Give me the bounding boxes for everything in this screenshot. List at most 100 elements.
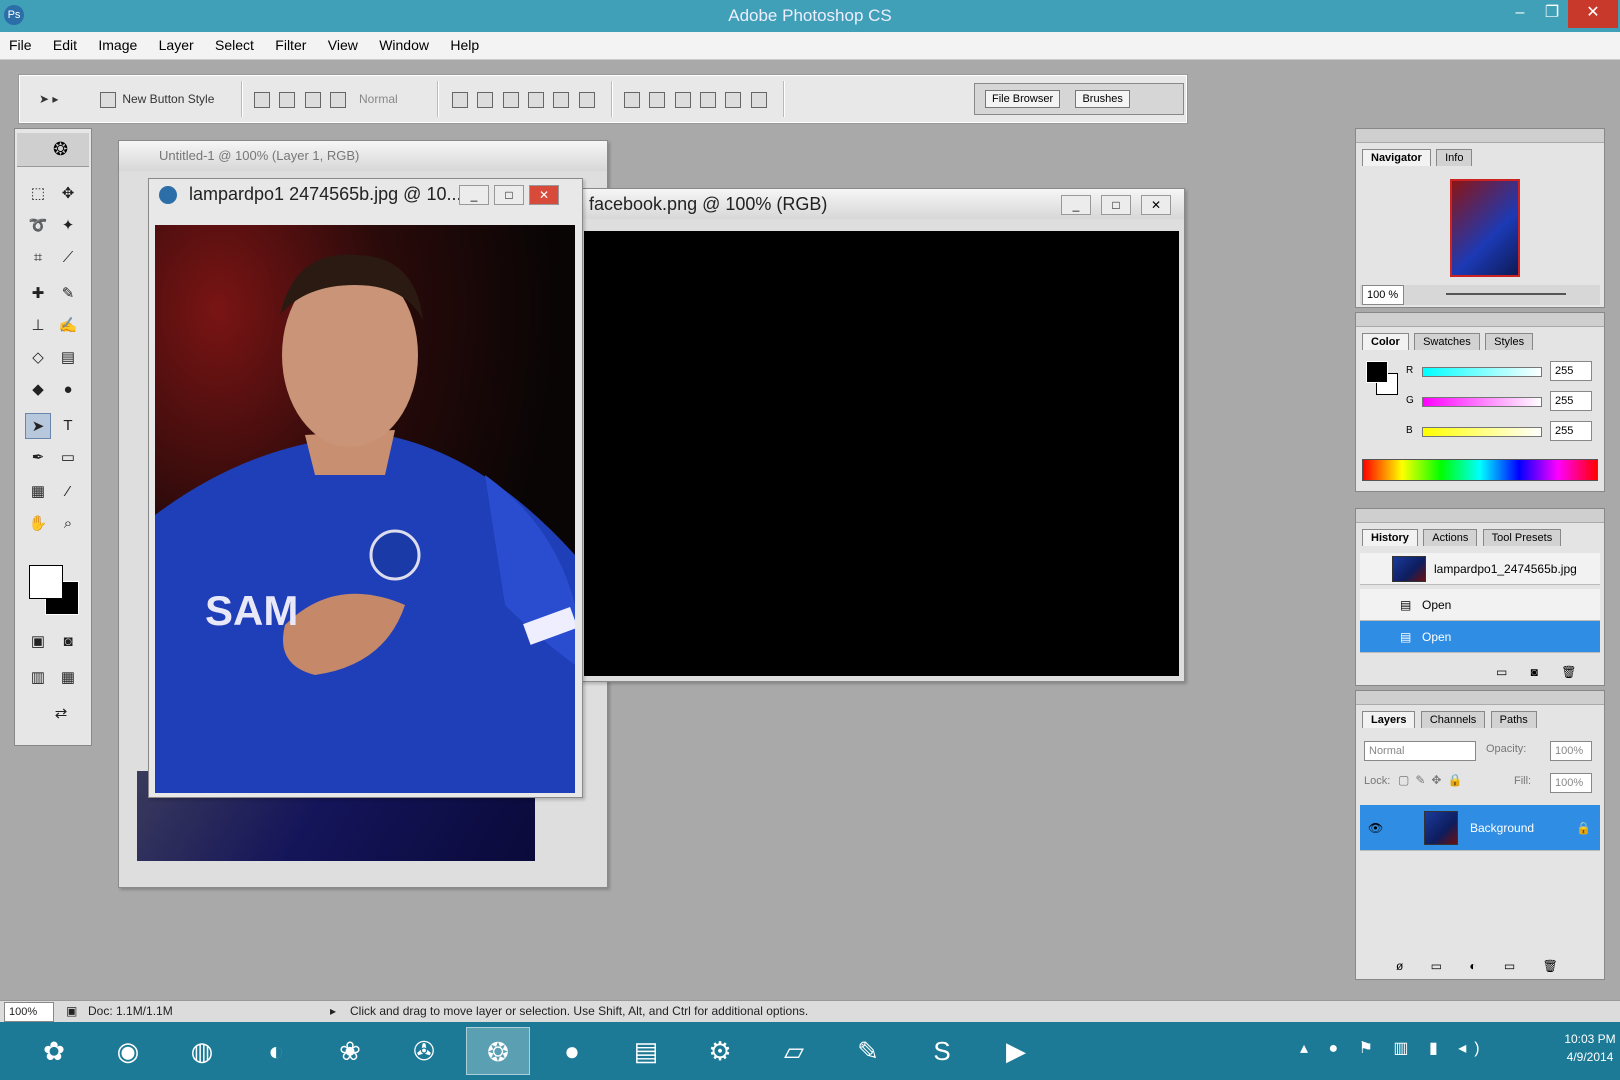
photo-canvas[interactable]: SAM [155, 225, 575, 793]
doc-maximize-button[interactable]: □ [1101, 195, 1131, 215]
new-button-style[interactable]: New Button Style [97, 87, 214, 111]
channel-b-field[interactable]: 255 [1550, 421, 1592, 441]
magic-wand-icon[interactable]: ✦ [55, 213, 81, 239]
distribute-left-icon[interactable] [528, 91, 545, 108]
brush-tool-icon[interactable]: ✎ [55, 281, 81, 307]
menu-window[interactable]: Window [370, 32, 438, 58]
eye-icon[interactable]: 👁 [1368, 805, 1383, 851]
slice-tool-icon[interactable]: ⟋ [55, 245, 81, 271]
tab-styles[interactable]: Styles [1485, 333, 1534, 350]
align-right-icon[interactable] [304, 91, 321, 108]
photoshop-icon[interactable]: ❂ [466, 1027, 530, 1075]
picasa-icon[interactable]: ❀ [318, 1027, 382, 1075]
blend-mode[interactable]: Normal [359, 87, 398, 111]
document-window-facebook[interactable]: facebook.png @ 100% (RGB) _ □ ✕ [580, 188, 1185, 682]
align-top-icon[interactable] [330, 91, 347, 108]
quickmask-mode-icon[interactable]: ◙ [55, 629, 81, 655]
dodge-tool-icon[interactable]: ● [55, 377, 81, 403]
tool-preset-picker[interactable]: ➤ ▸ [39, 87, 58, 111]
menu-image[interactable]: Image [89, 32, 146, 58]
doc-maximize-button[interactable]: □ [494, 185, 524, 205]
tab-color[interactable]: Color [1362, 333, 1409, 350]
arrange-right-icon[interactable] [750, 91, 767, 108]
channel-b-slider[interactable] [1422, 427, 1542, 437]
distribute-right-icon[interactable] [578, 91, 595, 108]
lasso-tool-icon[interactable]: ➰ [25, 213, 51, 239]
navigator-thumbnail[interactable] [1450, 179, 1520, 277]
blur-tool-icon[interactable]: ◆ [25, 377, 51, 403]
channel-g-slider[interactable] [1422, 397, 1542, 407]
stamp-tool-icon[interactable]: ⊥ [25, 313, 51, 339]
tab-file-browser[interactable]: File Browser [985, 90, 1061, 108]
jump-to-imageready-icon[interactable]: ⇄ [39, 701, 83, 727]
pen-tool-icon[interactable]: ✒ [25, 445, 51, 471]
channel-g-field[interactable]: 255 [1550, 391, 1592, 411]
marquee-tool-icon[interactable]: ⬚ [25, 181, 51, 207]
fullscreen-mode-icon[interactable]: ▦ [55, 665, 81, 691]
menu-file[interactable]: File [0, 32, 41, 58]
chrome-icon[interactable]: ◉ [96, 1027, 160, 1075]
channel-r-slider[interactable] [1422, 367, 1542, 377]
notes-tool-icon[interactable]: ▦ [25, 479, 51, 505]
shape-tool-icon[interactable]: ▭ [55, 445, 81, 471]
zoom-field[interactable]: 100 % [1362, 285, 1404, 305]
foreground-color-swatch[interactable] [29, 565, 63, 599]
paint-icon[interactable]: ✎ [836, 1027, 900, 1075]
distribute-center-icon[interactable] [553, 91, 570, 108]
screen-mode-icon[interactable]: ▥ [25, 665, 51, 691]
tab-paths[interactable]: Paths [1490, 711, 1537, 728]
media-icon[interactable]: ◐ [244, 1027, 308, 1075]
menu-filter[interactable]: Filter [266, 32, 315, 58]
move-tool-icon[interactable]: ✥ [55, 181, 81, 207]
tools-icon[interactable]: ⚙ [688, 1027, 752, 1075]
panel-title-bar[interactable] [1356, 129, 1604, 143]
zoom-tool-icon[interactable]: ⌕ [55, 511, 81, 537]
document-title[interactable]: facebook.png @ 100% (RGB) [581, 189, 1184, 219]
gradient-tool-icon[interactable]: ▤ [55, 345, 81, 371]
status-doc-size[interactable]: Doc: 1.1M/1.1M [88, 1001, 173, 1021]
doc-close-button[interactable]: ✕ [529, 185, 559, 205]
doc-close-button[interactable]: ✕ [1141, 195, 1171, 215]
blend-mode-select[interactable]: Normal [1364, 741, 1476, 761]
panel-title-bar[interactable] [1356, 691, 1604, 705]
arrange-bottom-icon[interactable] [674, 91, 691, 108]
opacity-field[interactable]: 100% [1550, 741, 1592, 761]
arrange-middle-icon[interactable] [649, 91, 666, 108]
hand-tool-icon[interactable]: ✋ [25, 511, 51, 537]
distribute-top-icon[interactable] [452, 91, 468, 108]
arrange-top-icon[interactable] [624, 91, 640, 108]
zoom-slider[interactable] [1446, 293, 1566, 295]
tab-history[interactable]: History [1362, 529, 1418, 546]
document-title[interactable]: Untitled-1 @ 100% (Layer 1, RGB) [119, 141, 607, 171]
arrange-left-icon[interactable] [700, 91, 717, 108]
explorer-icon[interactable]: ▤ [614, 1027, 678, 1075]
status-zoom[interactable]: 100% [4, 1002, 54, 1022]
document-window-lampard[interactable]: lampardpo1 2474565b.jpg @ 10... _ □ ✕ SA… [148, 178, 583, 798]
system-tray[interactable]: ▴ ● ⚑ ▥ ▮ ◂) [1300, 1038, 1550, 1058]
tab-brushes[interactable]: Brushes [1075, 90, 1130, 108]
tab-info[interactable]: Info [1436, 149, 1473, 166]
healing-brush-icon[interactable]: ✚ [25, 281, 51, 307]
type-tool-icon[interactable]: T [55, 413, 81, 439]
history-footer-icons[interactable]: ▭ ◙ 🗑 [1496, 665, 1587, 679]
panel-title-bar[interactable] [1356, 313, 1604, 327]
history-state-selected[interactable]: ▤ Open [1360, 621, 1600, 653]
document-canvas[interactable] [584, 231, 1179, 676]
path-select-icon[interactable]: ➤ [25, 413, 51, 439]
align-left-icon[interactable] [254, 91, 270, 108]
menu-select[interactable]: Select [206, 32, 263, 58]
layer-row-background[interactable]: 👁 Background 🔒 [1360, 805, 1600, 851]
distribute-middle-icon[interactable] [477, 91, 494, 108]
lock-icons[interactable]: ▢✎✥🔒 [1398, 773, 1468, 787]
crop-tool-icon[interactable]: ⌗ [25, 245, 51, 271]
doc-minimize-button[interactable]: _ [459, 185, 489, 205]
notepad-icon[interactable]: ▱ [762, 1027, 826, 1075]
history-state[interactable]: ▤ Open [1360, 589, 1600, 621]
arrange-center-icon[interactable] [725, 91, 742, 108]
firefox-icon[interactable]: ◍ [170, 1027, 234, 1075]
layers-footer-icons[interactable]: ø ▭ ◐ ▭ 🗑 [1396, 959, 1570, 973]
color-ramp[interactable] [1362, 459, 1598, 481]
tab-tool-presets[interactable]: Tool Presets [1482, 529, 1562, 546]
cleaner-icon[interactable]: ✇ [392, 1027, 456, 1075]
video-icon[interactable]: ▶ [984, 1027, 1048, 1075]
